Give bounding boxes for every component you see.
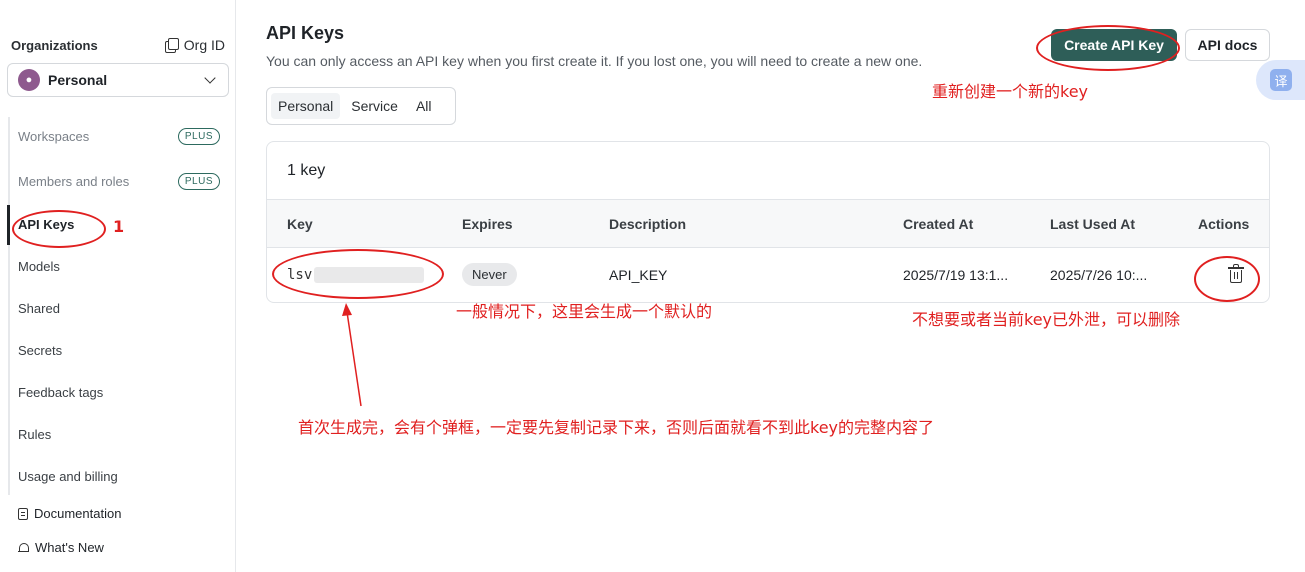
annotation-default-note: 一般情况下，这里会生成一个默认的 (456, 302, 713, 321)
copy-icon (164, 38, 179, 53)
description-cell: API_KEY (609, 267, 668, 283)
translate-button[interactable]: 译 (1256, 60, 1305, 100)
column-header-last-used-at: Last Used At (1050, 216, 1136, 232)
table-header: Key Expires Description Created At Last … (267, 199, 1269, 248)
org-id-label: Org ID (183, 37, 225, 53)
annotation-step-number: 1 (113, 217, 125, 236)
sidebar-item-workspaces[interactable]: Workspaces PLUS (18, 126, 220, 146)
user-icon: ● (18, 69, 40, 91)
annotation-ellipse-api-keys (12, 210, 106, 248)
expires-badge: Never (462, 263, 517, 286)
sidebar-item-label: Models (18, 258, 60, 274)
org-id-button[interactable]: Org ID (164, 37, 225, 53)
tab-personal[interactable]: Personal (271, 93, 341, 119)
org-select-value: Personal (48, 72, 108, 88)
sidebar-item-shared[interactable]: Shared (18, 298, 220, 318)
org-title: Organizations (11, 37, 98, 53)
plus-badge: PLUS (177, 127, 220, 145)
created-at-cell: 2025/7/19 13:1... (903, 267, 1009, 283)
tab-all[interactable]: All (409, 93, 439, 119)
documentation-link[interactable]: Documentation (18, 506, 121, 521)
column-header-key: Key (287, 216, 313, 232)
sidebar-item-label: Usage and billing (18, 468, 118, 484)
sidebar-item-feedback-tags[interactable]: Feedback tags (18, 382, 220, 402)
annotation-ellipse-create (1036, 25, 1180, 71)
page-title: API Keys (266, 23, 345, 43)
plus-badge: PLUS (177, 172, 220, 190)
sidebar: Organizations Org ID ● Personal Workspac… (0, 0, 236, 572)
column-header-description: Description (609, 216, 687, 232)
bell-icon (18, 542, 29, 554)
last-used-at-cell: 2025/7/26 10:... (1050, 267, 1148, 283)
documentation-label: Documentation (34, 506, 122, 521)
org-select[interactable]: ● Personal (7, 63, 229, 97)
nav-active-indicator (7, 205, 10, 245)
tab-service[interactable]: Service (344, 93, 405, 119)
page-subtitle: You can only access an API key when you … (266, 53, 923, 69)
annotation-ellipse-key (272, 249, 444, 299)
whats-new-link[interactable]: What's New (18, 540, 104, 555)
api-docs-button[interactable]: API docs (1185, 29, 1270, 61)
sidebar-item-models[interactable]: Models (18, 256, 220, 276)
chevron-down-icon (204, 71, 216, 84)
sidebar-item-label: Members and roles (18, 173, 130, 189)
sidebar-item-label: Secrets (18, 342, 63, 358)
sidebar-item-label: Rules (18, 426, 52, 442)
annotation-copy-note: 首次生成完，会有个弹框，一定要先复制记录下来，否则后面就看不到此key的完整内容… (298, 418, 935, 437)
column-header-actions: Actions (1198, 216, 1250, 232)
key-type-tabs: Personal Service All (266, 87, 456, 125)
sidebar-item-secrets[interactable]: Secrets (18, 340, 220, 360)
column-header-expires: Expires (462, 216, 513, 232)
org-header: Organizations Org ID (11, 36, 225, 54)
sidebar-item-label: Shared (18, 300, 60, 316)
column-header-created-at: Created At (903, 216, 974, 232)
document-icon (18, 507, 28, 520)
nav-track (8, 117, 10, 495)
sidebar-item-members-and-roles[interactable]: Members and roles PLUS (18, 171, 220, 191)
whats-new-label: What's New (35, 540, 104, 555)
key-count: 1 key (287, 162, 326, 179)
annotation-delete-note: 不想要或者当前key已外泄，可以删除 (912, 310, 1181, 329)
sidebar-item-usage-and-billing[interactable]: Usage and billing (18, 466, 220, 486)
annotation-ellipse-delete (1194, 256, 1260, 302)
annotation-create-note: 重新创建一个新的key (932, 82, 1089, 101)
translate-icon: 译 (1270, 69, 1292, 91)
sidebar-item-label: Workspaces (18, 128, 90, 144)
sidebar-item-label: Feedback tags (18, 384, 104, 400)
sidebar-item-rules[interactable]: Rules (18, 424, 220, 444)
